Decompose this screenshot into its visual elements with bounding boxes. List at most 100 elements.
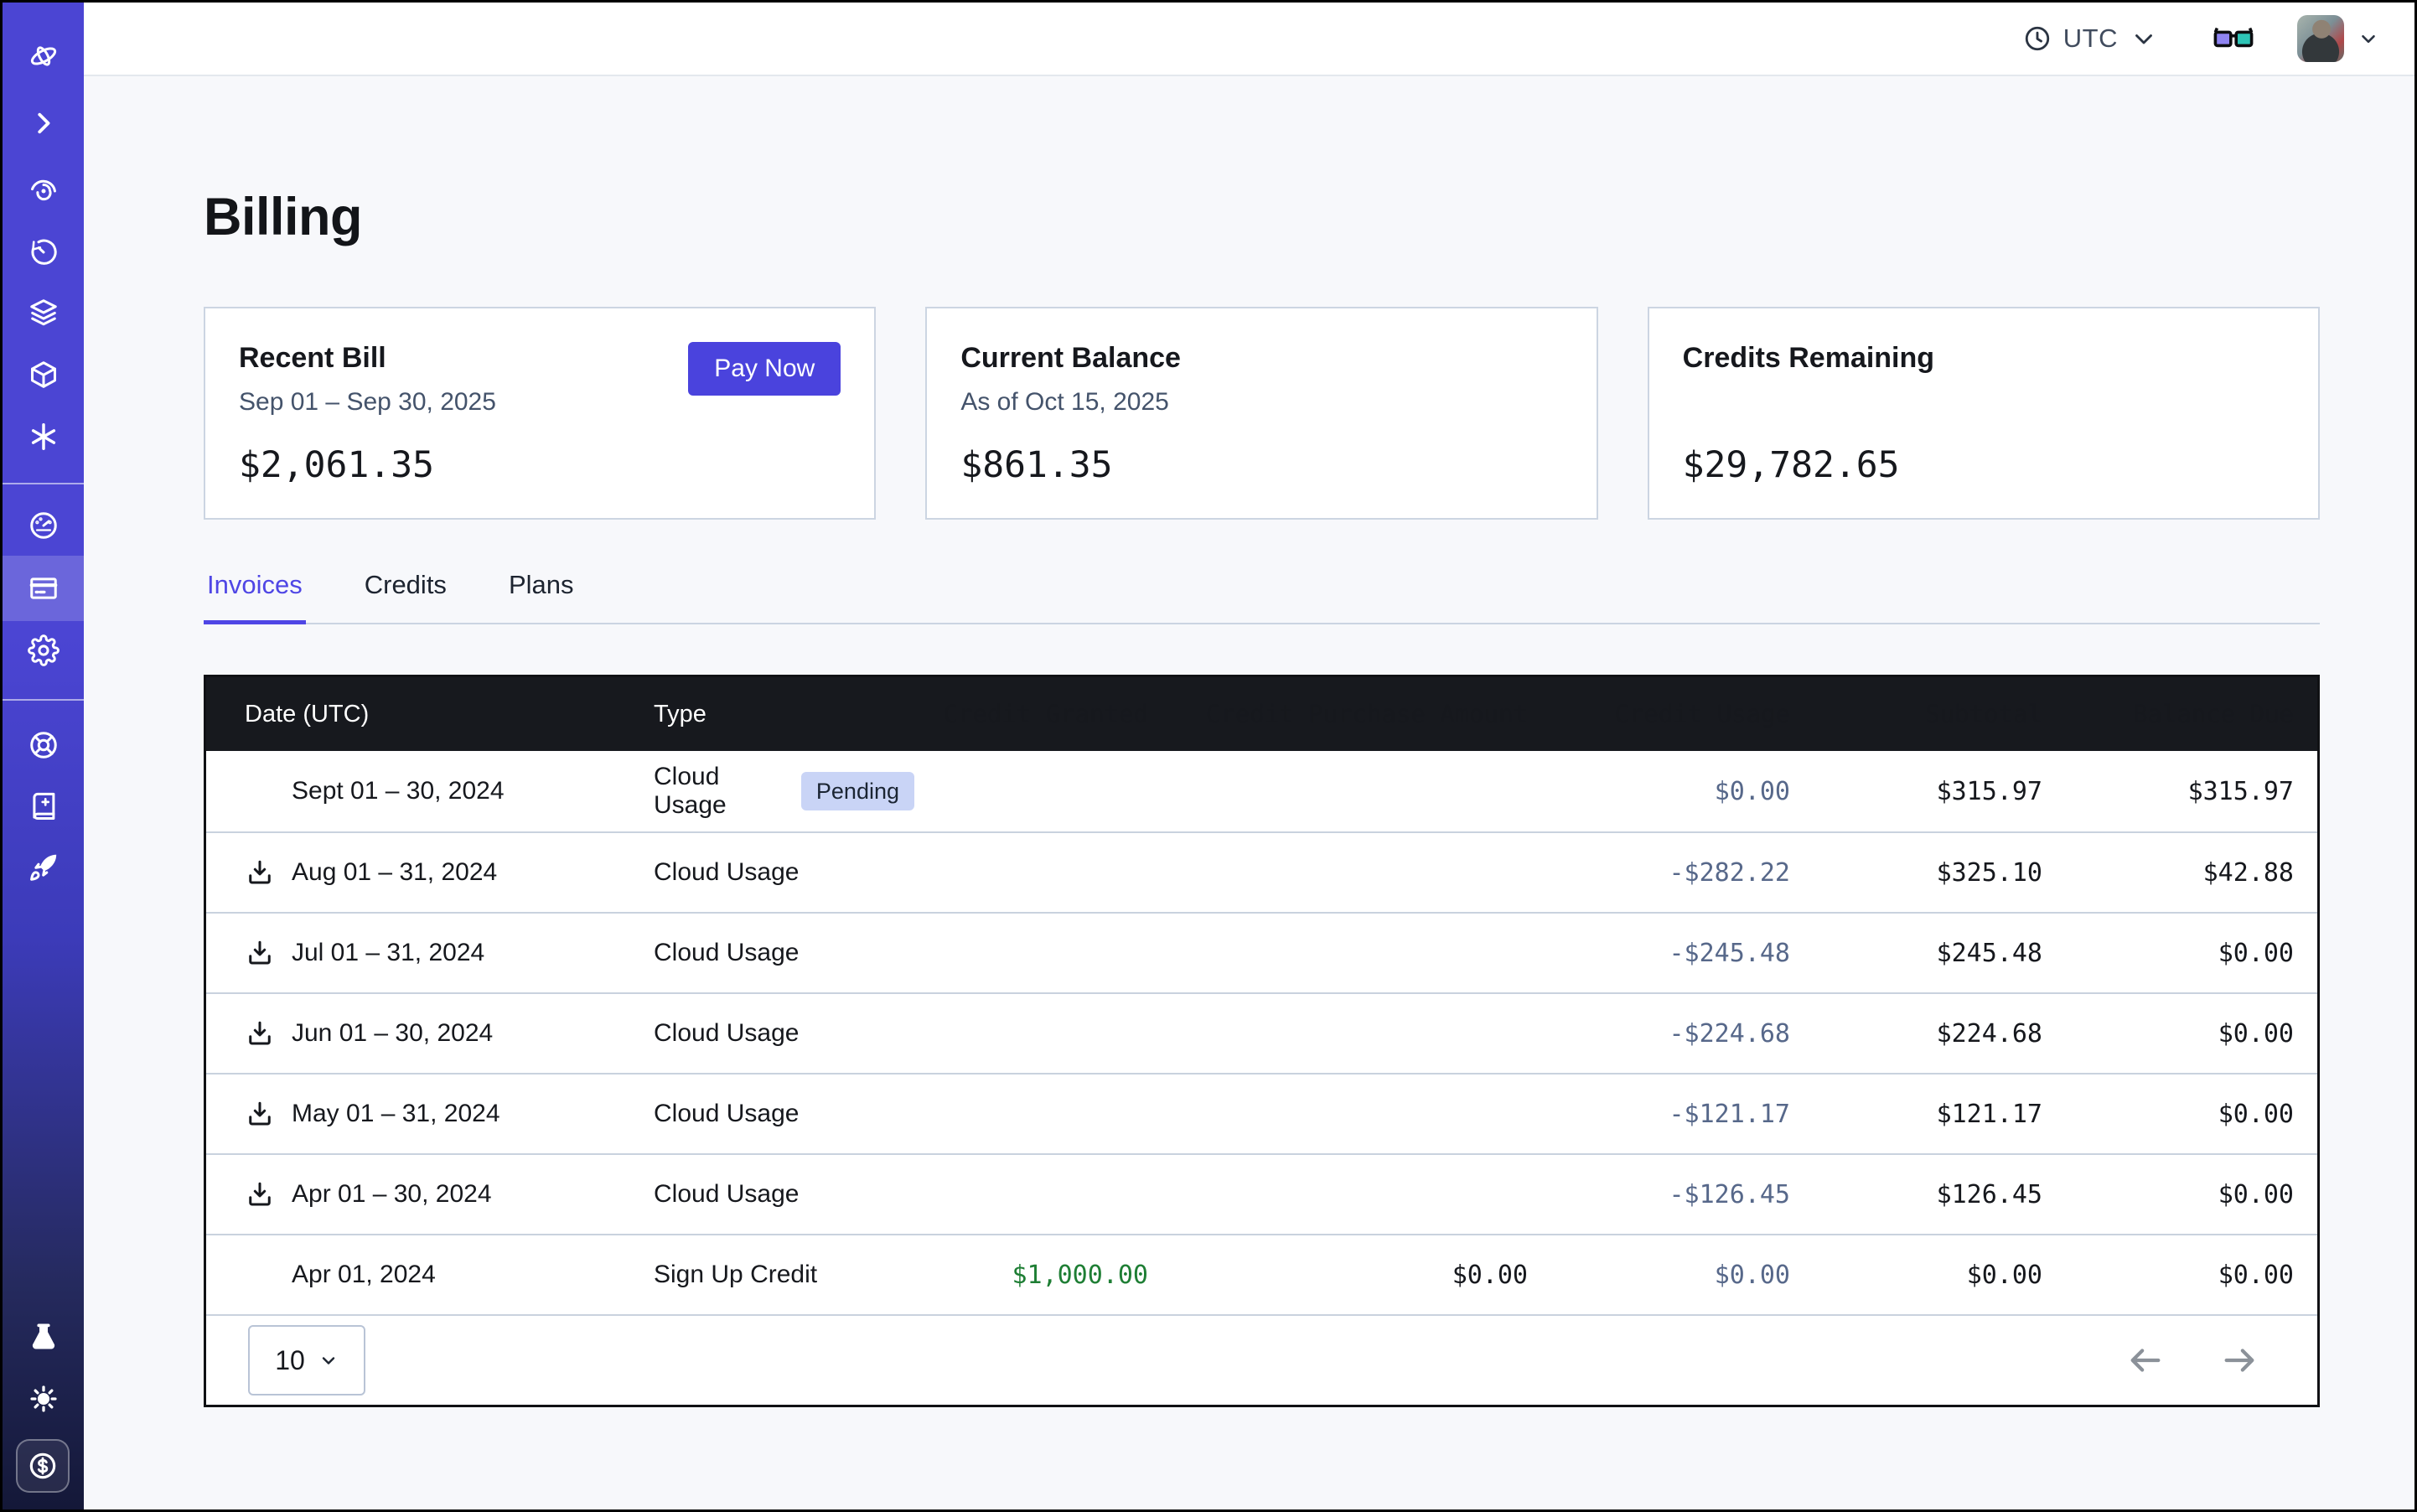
glasses-icon[interactable]	[2212, 23, 2255, 54]
table-row[interactable]: May 01 – 31, 2024 Cloud Usage -$121.17 $…	[206, 1073, 2317, 1153]
tab-credits[interactable]: Credits	[361, 570, 450, 624]
tab-plans[interactable]: Plans	[505, 570, 577, 624]
invoice-type: Cloud Usage	[654, 939, 799, 967]
invoice-date: Apr 01 – 30, 2024	[292, 1180, 492, 1209]
table-row[interactable]: Jun 01 – 30, 2024 Cloud Usage -$224.68 $…	[206, 992, 2317, 1073]
balance-due: $42.88	[2046, 858, 2297, 888]
credit-purchase-amount: $0.00	[1152, 1261, 1531, 1290]
main-area: UTC Billing	[84, 3, 2414, 1509]
invoice-type: Cloud Usage	[654, 763, 784, 820]
table-row[interactable]: Apr 01 – 30, 2024 Cloud Usage -$126.45 $…	[206, 1153, 2317, 1234]
card-subtitle	[1683, 388, 1934, 417]
table-body: Sept 01 – 30, 2024 Cloud Usage Pending $…	[206, 751, 2317, 1314]
card-amount: $29,782.65	[1683, 444, 2285, 486]
invoices-table: Date (UTC) Type Credit Granted Credit Pu…	[204, 675, 2320, 1407]
helm-wheel-icon[interactable]	[3, 715, 84, 775]
page-size-select[interactable]: 10	[248, 1325, 365, 1395]
tab-invoices[interactable]: Invoices	[204, 570, 306, 624]
chevron-down-icon	[2357, 28, 2379, 49]
subtotal: $126.45	[1793, 1180, 2046, 1209]
table-header: Date (UTC) Type Credit Granted Credit Pu…	[206, 677, 2317, 751]
col-credit-usage: Credit Usage	[1531, 700, 1793, 728]
card-title: Recent Bill	[239, 342, 496, 375]
balance-due: $0.00	[2046, 1180, 2297, 1209]
asterisk-icon[interactable]	[3, 406, 84, 467]
billing-tabs: Invoices Credits Plans	[204, 570, 2320, 624]
rocket-icon[interactable]	[3, 837, 84, 898]
sidebar	[3, 3, 84, 1509]
recent-bill-card: Recent Bill Sep 01 – Sep 30, 2025 Pay No…	[204, 307, 876, 520]
previous-page-icon[interactable]	[2126, 1341, 2165, 1380]
download-invoice-icon[interactable]	[245, 857, 275, 888]
balance-due: $315.97	[2046, 777, 2297, 806]
invoice-type: Sign Up Credit	[654, 1261, 817, 1289]
status-badge: Pending	[801, 772, 914, 810]
page-title: Billing	[204, 189, 2320, 246]
download-invoice-icon[interactable]	[245, 1179, 275, 1209]
card-title: Current Balance	[960, 342, 1181, 375]
app-window: UTC Billing	[0, 0, 2417, 1512]
credit-granted: $1,000.00	[914, 1261, 1152, 1290]
subtotal: $245.48	[1793, 939, 2046, 968]
sun-icon[interactable]	[3, 1369, 84, 1429]
invoice-date: May 01 – 31, 2024	[292, 1100, 500, 1128]
cube-icon[interactable]	[3, 344, 84, 405]
subtotal: $315.97	[1793, 777, 2046, 806]
col-type: Type	[635, 701, 914, 728]
balance-due: $0.00	[2046, 1261, 2297, 1290]
credit-usage: -$224.68	[1531, 1019, 1793, 1049]
balance-due: $0.00	[2046, 939, 2297, 968]
invoice-type: Cloud Usage	[654, 1019, 799, 1048]
invoice-date: Aug 01 – 31, 2024	[292, 858, 497, 887]
subtotal: $0.00	[1793, 1261, 2046, 1290]
card-subtitle: As of Oct 15, 2025	[960, 388, 1181, 417]
layers-icon[interactable]	[3, 282, 84, 343]
chevron-right-icon[interactable]	[3, 93, 84, 153]
table-footer: 10	[206, 1314, 2317, 1405]
table-row[interactable]: Apr 01, 2024 Sign Up Credit $1,000.00 $0…	[206, 1234, 2317, 1314]
credit-usage: $0.00	[1531, 1261, 1793, 1290]
invoice-type: Cloud Usage	[654, 1180, 799, 1209]
pay-now-button[interactable]: Pay Now	[688, 342, 841, 396]
next-page-icon[interactable]	[2220, 1341, 2259, 1380]
col-date: Date (UTC)	[226, 701, 635, 728]
invoice-date: Apr 01, 2024	[292, 1261, 436, 1289]
card-amount: $861.35	[960, 444, 1562, 486]
download-invoice-icon[interactable]	[245, 938, 275, 968]
chevron-down-icon	[318, 1350, 339, 1370]
credit-usage: -$121.17	[1531, 1100, 1793, 1129]
timer-icon[interactable]	[3, 222, 84, 282]
col-subtotal: Subtotal	[1793, 700, 2046, 728]
gear-icon[interactable]	[3, 620, 84, 681]
balance-due: $0.00	[2046, 1019, 2297, 1049]
table-row[interactable]: Jul 01 – 31, 2024 Cloud Usage -$245.48 $…	[206, 912, 2317, 992]
invoice-date: Sept 01 – 30, 2024	[292, 777, 505, 805]
eye-spiral-icon[interactable]	[3, 161, 84, 221]
current-balance-card: Current Balance As of Oct 15, 2025 $861.…	[925, 307, 1597, 520]
subtotal: $325.10	[1793, 858, 2046, 888]
logo-orbit-icon[interactable]	[3, 26, 84, 86]
invoice-date: Jul 01 – 31, 2024	[292, 939, 484, 967]
credits-remaining-card: Credits Remaining $29,782.65	[1648, 307, 2320, 520]
table-row[interactable]: Aug 01 – 31, 2024 Cloud Usage -$282.22 $…	[206, 831, 2317, 912]
chevron-down-icon	[2130, 24, 2158, 53]
card-title: Credits Remaining	[1683, 342, 1934, 375]
dollar-badge-icon[interactable]	[16, 1439, 70, 1493]
credit-usage: -$282.22	[1531, 858, 1793, 888]
table-row[interactable]: Sept 01 – 30, 2024 Cloud Usage Pending $…	[206, 751, 2317, 831]
gauge-icon[interactable]	[3, 495, 84, 556]
flask-icon[interactable]	[3, 1307, 84, 1367]
content: Billing Recent Bill Sep 01 – Sep 30, 202…	[84, 76, 2414, 1458]
download-invoice-icon[interactable]	[245, 1099, 275, 1129]
col-balance-due: Balance Due	[2046, 700, 2297, 728]
sidebar-divider	[3, 699, 84, 701]
clock-icon	[2023, 24, 2052, 53]
timezone-selector[interactable]: UTC	[2023, 23, 2158, 54]
user-menu[interactable]	[2297, 15, 2379, 62]
subtotal: $121.17	[1793, 1100, 2046, 1129]
avatar[interactable]	[2297, 15, 2344, 62]
download-invoice-icon[interactable]	[245, 1018, 275, 1049]
book-sparkle-icon[interactable]	[3, 775, 84, 836]
billing-card-icon[interactable]	[3, 556, 84, 621]
col-credit-granted: Credit Granted	[914, 700, 1152, 728]
